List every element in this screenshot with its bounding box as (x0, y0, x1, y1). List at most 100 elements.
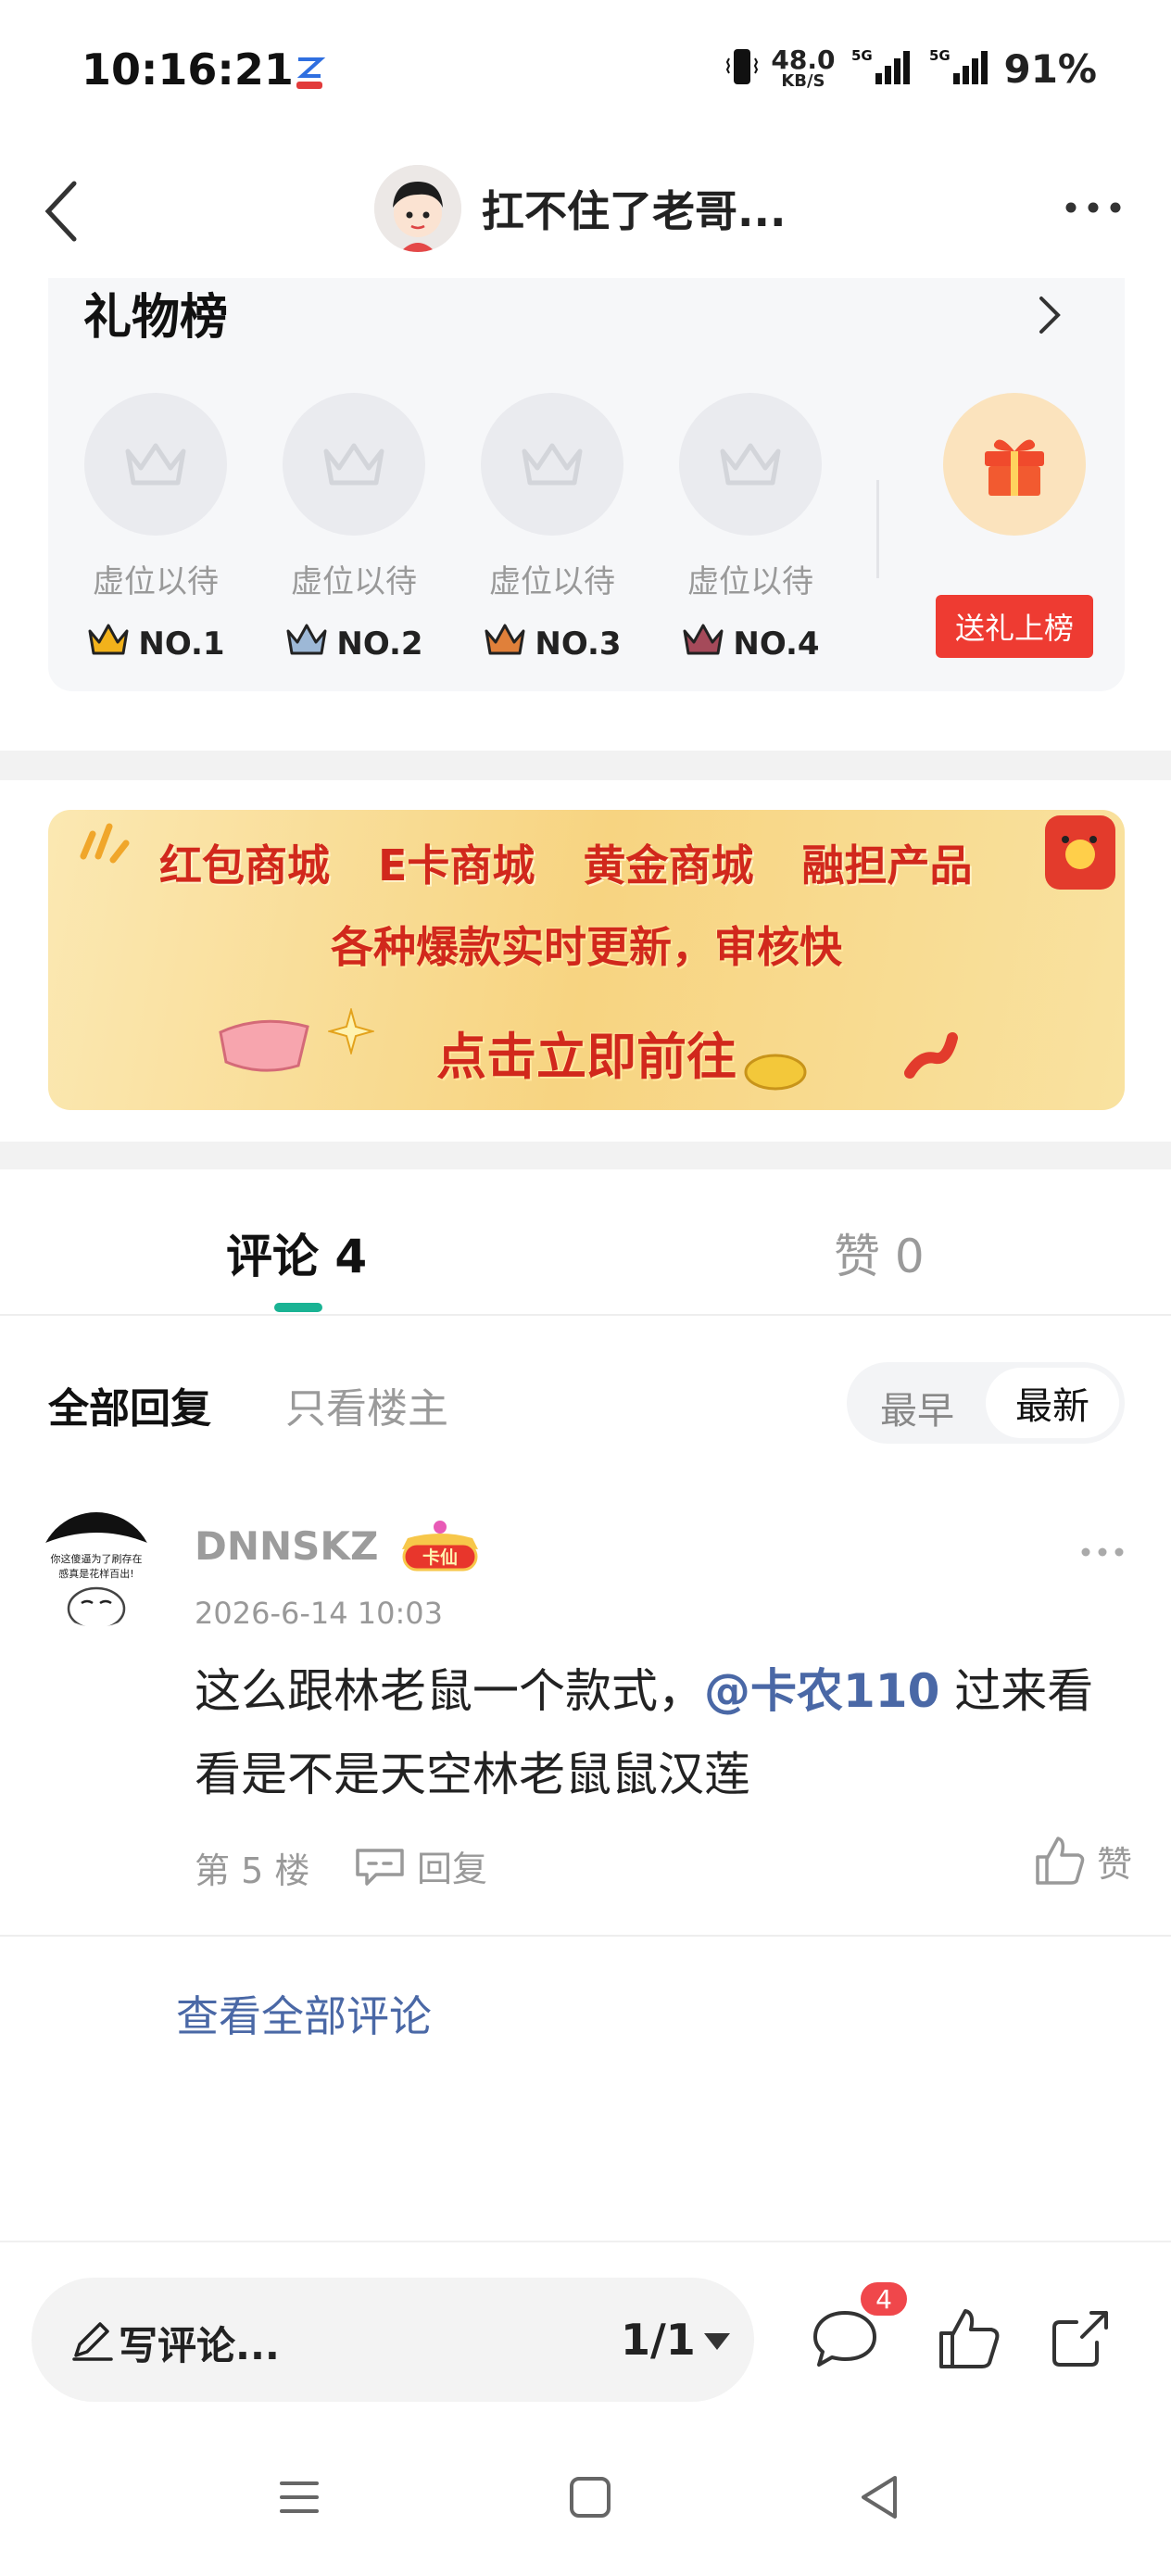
gift-slot-1[interactable]: 虚位以待 NO.1 (82, 393, 230, 665)
gift-box-button[interactable] (943, 393, 1086, 536)
rank-crown-icon (284, 622, 329, 665)
gift-board-title: 礼物榜 (83, 290, 229, 346)
filter-op-only[interactable]: 只看楼主 (285, 1375, 448, 1434)
chevron-right-icon (1039, 297, 1061, 334)
status-right: 48.0 KB/S 5G 5G 91% (726, 43, 1097, 95)
sort-latest-button[interactable]: 最新 (986, 1368, 1119, 1438)
tab-likes[interactable]: 赞 0 (834, 1219, 925, 1286)
banner-shop-list: 红包商城 E卡商城 黄金商城 融担产品 (159, 832, 972, 893)
app-notification-icon (289, 52, 330, 93)
send-gift-button[interactable]: 送礼上榜 (936, 595, 1093, 658)
gift-slot-rank: NO.1 (82, 622, 230, 665)
write-comment-input[interactable]: 写评论... 1/1 (31, 2278, 754, 2402)
more-dots-icon (1065, 202, 1121, 213)
empty-crown-placeholder (84, 393, 227, 536)
gold-coin-icon (744, 1054, 807, 1091)
caret-down-icon (704, 2333, 730, 2350)
more-dots-icon (1081, 1547, 1124, 1557)
filter-all-replies[interactable]: 全部回复 (48, 1375, 211, 1434)
crown-outline-icon (125, 443, 186, 486)
gift-slot-label: 虚位以待 (291, 563, 417, 600)
rank-crown-icon (681, 622, 725, 665)
commenter-avatar[interactable]: 你这傻逼为了刷存在 感真是花样百出! (39, 1512, 154, 1627)
svg-text:5G: 5G (851, 47, 873, 64)
vibrate-icon (726, 45, 759, 92)
header-user[interactable]: 扛不住了老哥... (374, 165, 786, 252)
section-separator (0, 1142, 1171, 1169)
view-all-comments-link[interactable]: 查看全部评论 (176, 1983, 432, 2044)
svg-text:5G: 5G (929, 47, 951, 64)
gift-board: 礼物榜 虚位以待 NO.1 虚位以待 NO.2 虚位以待 NO.3 虚位以待 N… (48, 278, 1125, 691)
network-speed-unit: KB/S (781, 71, 825, 91)
share-icon (1052, 2311, 1108, 2367)
back-arrow-icon (44, 181, 77, 242)
promo-banner[interactable]: 红包商城 E卡商城 黄金商城 融担产品 各种爆款实时更新，审核快 点击立即前往 (48, 810, 1125, 1110)
sort-earliest-button[interactable]: 最早 (880, 1381, 954, 1434)
thumbs-up-icon (939, 2309, 1000, 2368)
comment-like-button[interactable]: 赞 (1034, 1835, 1132, 1887)
tab-comments[interactable]: 评论 4 (226, 1219, 367, 1286)
empty-crown-placeholder (679, 393, 822, 536)
gift-box-icon (985, 439, 1044, 496)
gift-slot-label: 虚位以待 (489, 563, 615, 600)
gift-slot-3[interactable]: 虚位以待 NO.3 (478, 393, 626, 665)
sparkle-lines-icon (80, 823, 130, 864)
rank-text: NO.4 (733, 625, 820, 663)
back-button[interactable] (28, 174, 102, 248)
header-avatar[interactable] (374, 165, 461, 252)
like-label: 赞 (1096, 1843, 1132, 1885)
pencil-icon (72, 2322, 113, 2361)
comment-like-tabs: 评论 4 赞 0 (0, 1169, 1171, 1316)
more-options-button[interactable] (1056, 189, 1130, 226)
avatar-caption: 感真是花样百出! (58, 1567, 133, 1580)
divider (876, 480, 879, 578)
back-triangle-icon (862, 2476, 897, 2519)
crown-outline-icon (720, 443, 781, 486)
header-title: 扛不住了老哥... (482, 186, 787, 236)
recent-apps-button[interactable] (267, 2465, 332, 2530)
like-post-button[interactable] (932, 2302, 1006, 2376)
active-tab-indicator (274, 1303, 322, 1312)
rank-crown-icon (86, 622, 131, 665)
floor-number: 第 5 楼 (195, 1850, 310, 1891)
system-back-button[interactable] (847, 2465, 912, 2530)
comment-text: 这么跟林老鼠一个款式，@卡农110 过来看看是不是天空林老鼠鼠汉莲 (195, 1649, 1130, 1816)
comment-timestamp: 2026-6-14 10:03 (195, 1596, 443, 1631)
banner-item: 黄金商城 (583, 840, 754, 890)
user-badge: 卡仙 (389, 1518, 491, 1575)
crown-outline-icon (323, 443, 384, 486)
page-indicator[interactable]: 1/1 (621, 2315, 696, 2365)
network-speed-value: 48.0 (771, 44, 836, 75)
user-badge-label: 卡仙 (422, 1547, 458, 1568)
gift-slot-4[interactable]: 虚位以待 NO.4 (676, 393, 825, 665)
section-separator (0, 751, 1171, 780)
gift-slot-rank: NO.2 (280, 622, 428, 665)
empty-crown-placeholder (283, 393, 425, 536)
network-speed: 48.0 KB/S (771, 47, 835, 90)
reply-button[interactable]: 回复 (354, 1840, 487, 1891)
share-button[interactable] (1043, 2302, 1117, 2376)
avatar-caption: 你这傻逼为了刷存在 (51, 1552, 143, 1565)
top-nav-header: 扛不住了老哥... (0, 148, 1171, 269)
menu-icon (280, 2481, 319, 2513)
gift-slot-label: 虚位以待 (687, 563, 813, 600)
home-button[interactable] (558, 2465, 623, 2530)
status-time: 10:16:21 (82, 44, 294, 95)
banner-subtitle: 各种爆款实时更新，审核快 (331, 922, 842, 972)
comment-count-badge: 4 (858, 2279, 910, 2318)
banner-item: 融担产品 (801, 840, 973, 890)
red-ribbon-icon (904, 1032, 958, 1079)
comment-more-button[interactable] (1075, 1538, 1130, 1566)
banner-item: E卡商城 (378, 840, 535, 890)
gift-slot-label: 虚位以待 (93, 563, 219, 600)
gift-slot-2[interactable]: 虚位以待 NO.2 (280, 393, 428, 665)
gift-board-more-button[interactable] (1030, 287, 1067, 343)
red-envelope-mascot-icon (1045, 815, 1115, 890)
rank-crown-icon (483, 622, 527, 665)
system-nav-bar (0, 2430, 1171, 2576)
commenter-username[interactable]: DNNSKZ (195, 1523, 378, 1569)
battery-level: 91% (1003, 45, 1097, 92)
crown-outline-icon (522, 443, 583, 486)
banner-cta[interactable]: 点击立即前往 (48, 1016, 1125, 1089)
mention-link[interactable]: @卡农110 (704, 1664, 939, 1718)
